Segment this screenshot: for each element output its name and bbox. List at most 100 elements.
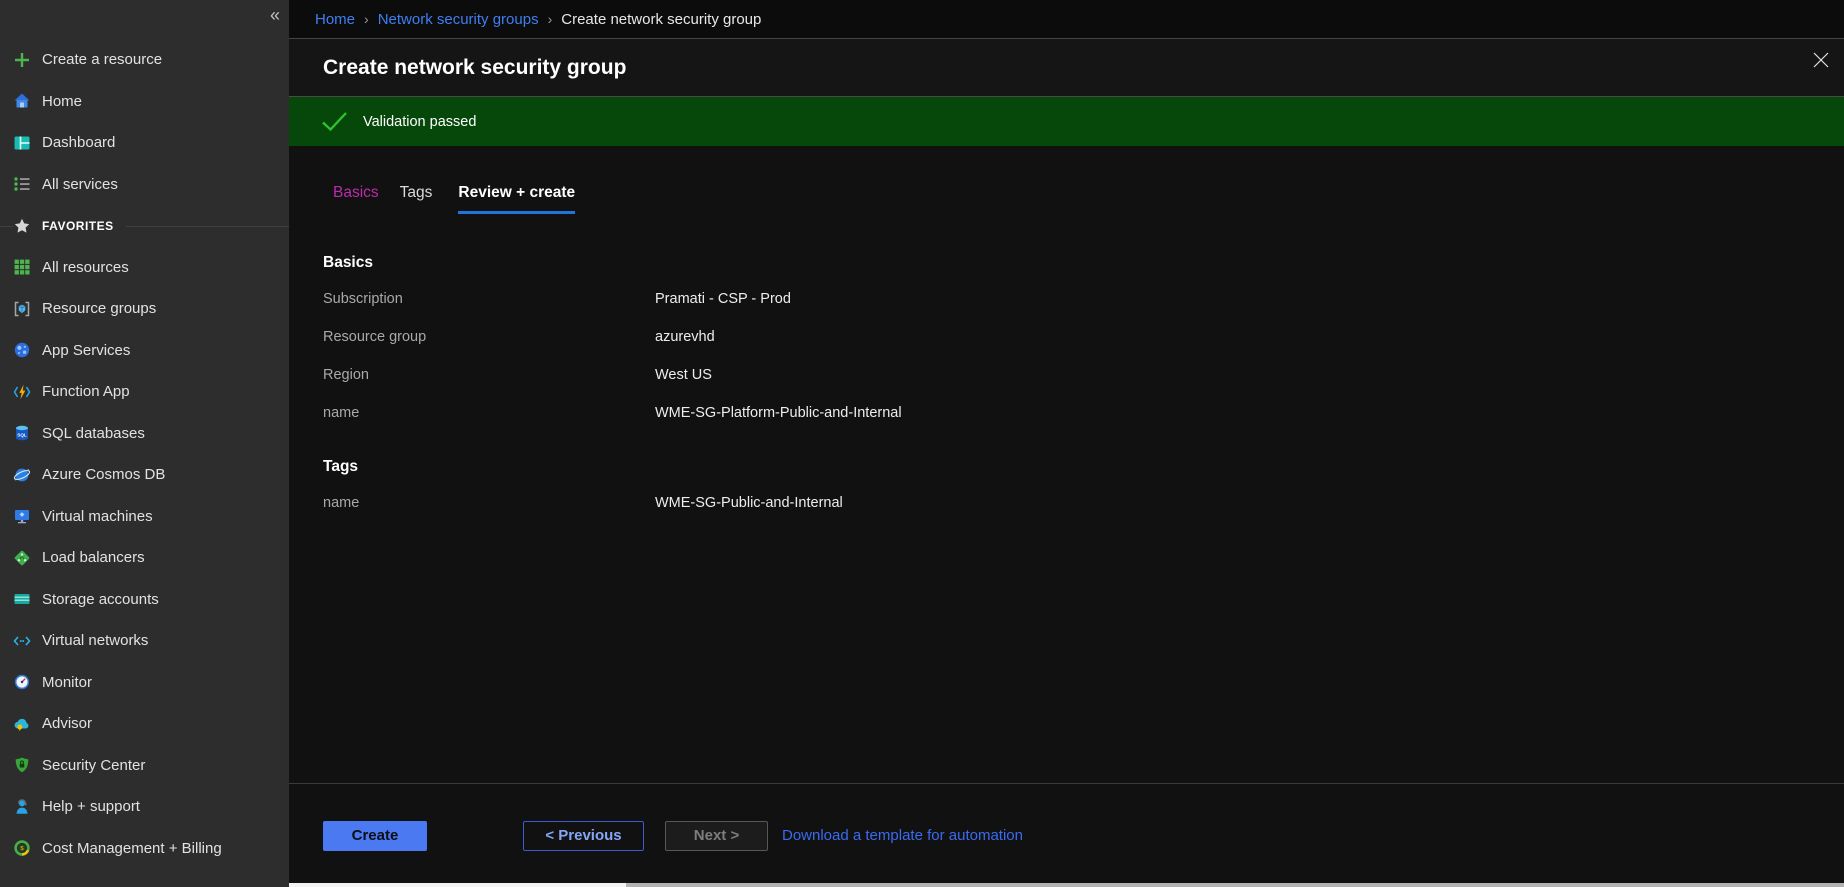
- virtual-machines-icon: [13, 507, 31, 525]
- create-button[interactable]: Create: [323, 821, 427, 851]
- blade-footer: Create < Previous Next > Download a temp…: [289, 783, 1844, 887]
- basics-rows: Subscription Pramati - CSP - Prod Resour…: [323, 280, 1844, 432]
- plus-icon: [13, 51, 31, 69]
- breadcrumb-home-link[interactable]: Home: [315, 11, 355, 28]
- row-value: West US: [655, 367, 712, 383]
- resource-groups-icon: [13, 300, 31, 318]
- sidebar-item-sql-databases[interactable]: SQL SQL databases: [0, 413, 289, 455]
- basics-section-heading: Basics: [323, 254, 1844, 272]
- row-value: WME-SG-Platform-Public-and-Internal: [655, 405, 902, 421]
- sidebar-item-load-balancers[interactable]: Load balancers: [0, 537, 289, 579]
- sidebar-item-virtual-machines[interactable]: Virtual machines: [0, 496, 289, 538]
- row-label: Resource group: [323, 329, 655, 345]
- sidebar-item-label: Resource groups: [42, 300, 156, 317]
- cost-management-icon: $: [13, 839, 31, 857]
- advisor-icon: [13, 715, 31, 733]
- tab-basics[interactable]: Basics: [333, 184, 379, 214]
- row-value: Pramati - CSP - Prod: [655, 291, 791, 307]
- collapse-sidebar-icon[interactable]: «: [270, 5, 280, 26]
- row-resource-group: Resource group azurevhd: [323, 318, 1844, 356]
- sidebar-item-label: Dashboard: [42, 134, 115, 151]
- row-label: Subscription: [323, 291, 655, 307]
- tags-section-heading: Tags: [323, 458, 1844, 476]
- sql-databases-icon: SQL: [13, 424, 31, 442]
- load-balancers-icon: [13, 549, 31, 567]
- main-panel: Home › Network security groups › Create …: [289, 0, 1844, 887]
- tab-strip: Basics Tags Review + create: [333, 184, 1844, 214]
- sidebar-item-label: Storage accounts: [42, 591, 159, 608]
- row-subscription: Subscription Pramati - CSP - Prod: [323, 280, 1844, 318]
- close-icon[interactable]: [1811, 50, 1831, 70]
- download-template-link[interactable]: Download a template for automation: [782, 827, 1023, 844]
- chevron-right-icon: ›: [364, 11, 369, 27]
- sidebar-item-dashboard[interactable]: Dashboard: [0, 122, 289, 164]
- tab-review-create[interactable]: Review + create: [458, 184, 575, 214]
- breadcrumb-current: Create network security group: [561, 11, 761, 28]
- sidebar-item-function-app[interactable]: Function App: [0, 371, 289, 413]
- favorites-label: FAVORITES: [42, 219, 114, 233]
- help-support-icon: [13, 798, 31, 816]
- sidebar-item-label: App Services: [42, 342, 130, 359]
- storage-accounts-icon: [13, 590, 31, 608]
- chevron-right-icon: ›: [548, 11, 553, 27]
- grid-icon: [13, 258, 31, 276]
- next-button[interactable]: Next >: [665, 821, 768, 851]
- previous-button[interactable]: < Previous: [523, 821, 644, 851]
- monitor-icon: [13, 673, 31, 691]
- sidebar-item-label: Virtual machines: [42, 508, 153, 525]
- sidebar-section-favorites: FAVORITES: [0, 205, 289, 247]
- sidebar-item-all-services[interactable]: All services: [0, 164, 289, 206]
- horizontal-scrollbar-thumb[interactable]: [289, 883, 626, 887]
- security-center-icon: [13, 756, 31, 774]
- breadcrumb-nsg-link[interactable]: Network security groups: [378, 11, 539, 28]
- home-icon: [13, 92, 31, 110]
- sidebar-item-label: Home: [42, 93, 82, 110]
- sidebar-nav: Create a resource Home Dashboard All ser…: [0, 39, 289, 869]
- sidebar-item-azure-cosmos-db[interactable]: Azure Cosmos DB: [0, 454, 289, 496]
- sidebar-item-help-support[interactable]: Help + support: [0, 786, 289, 828]
- azure-portal: « Create a resource Home Dashboard All s…: [0, 0, 1844, 887]
- row-value: WME-SG-Public-and-Internal: [655, 495, 843, 511]
- row-label: name: [323, 405, 655, 421]
- svg-text:SQL: SQL: [17, 433, 27, 438]
- sidebar-item-advisor[interactable]: Advisor: [0, 703, 289, 745]
- validation-message: Validation passed: [363, 114, 476, 130]
- sidebar-item-storage-accounts[interactable]: Storage accounts: [0, 579, 289, 621]
- row-region: Region West US: [323, 356, 1844, 394]
- sidebar-item-label: SQL databases: [42, 425, 145, 442]
- sidebar-item-app-services[interactable]: App Services: [0, 330, 289, 372]
- sidebar-item-label: Virtual networks: [42, 632, 148, 649]
- sidebar-item-label: Security Center: [42, 757, 145, 774]
- sidebar-item-all-resources[interactable]: All resources: [0, 247, 289, 289]
- sidebar-item-label: Monitor: [42, 674, 92, 691]
- validation-banner: Validation passed: [289, 97, 1844, 146]
- tags-rows: name WME-SG-Public-and-Internal: [323, 484, 1844, 522]
- review-create-content: Basics Tags Review + create Basics Subsc…: [289, 146, 1844, 522]
- list-icon: [13, 175, 31, 193]
- sidebar-item-monitor[interactable]: Monitor: [0, 662, 289, 704]
- sidebar-item-label: Function App: [42, 383, 130, 400]
- breadcrumb: Home › Network security groups › Create …: [289, 0, 1844, 38]
- sidebar-item-label: All resources: [42, 259, 129, 276]
- sidebar-item-label: Azure Cosmos DB: [42, 466, 165, 483]
- sidebar-item-virtual-networks[interactable]: Virtual networks: [0, 620, 289, 662]
- sidebar-item-label: Advisor: [42, 715, 92, 732]
- horizontal-scrollbar-track[interactable]: [289, 883, 1844, 887]
- row-value: azurevhd: [655, 329, 715, 345]
- sidebar-item-label: Cost Management + Billing: [42, 840, 222, 857]
- sidebar-item-home[interactable]: Home: [0, 81, 289, 123]
- sidebar-item-create-a-resource[interactable]: Create a resource: [0, 39, 289, 81]
- tab-tags[interactable]: Tags: [400, 184, 433, 214]
- row-label: name: [323, 495, 655, 511]
- row-name: name WME-SG-Platform-Public-and-Internal: [323, 394, 1844, 432]
- function-app-icon: [13, 383, 31, 401]
- row-tag-name: name WME-SG-Public-and-Internal: [323, 484, 1844, 522]
- cosmos-db-icon: [13, 466, 31, 484]
- sidebar-item-cost-management-billing[interactable]: $ Cost Management + Billing: [0, 828, 289, 870]
- sidebar-item-security-center[interactable]: Security Center: [0, 745, 289, 787]
- sidebar-item-label: Create a resource: [42, 51, 162, 68]
- checkmark-icon: [321, 111, 348, 132]
- virtual-networks-icon: [13, 632, 31, 650]
- sidebar-item-resource-groups[interactable]: Resource groups: [0, 288, 289, 330]
- page-title: Create network security group: [323, 56, 626, 80]
